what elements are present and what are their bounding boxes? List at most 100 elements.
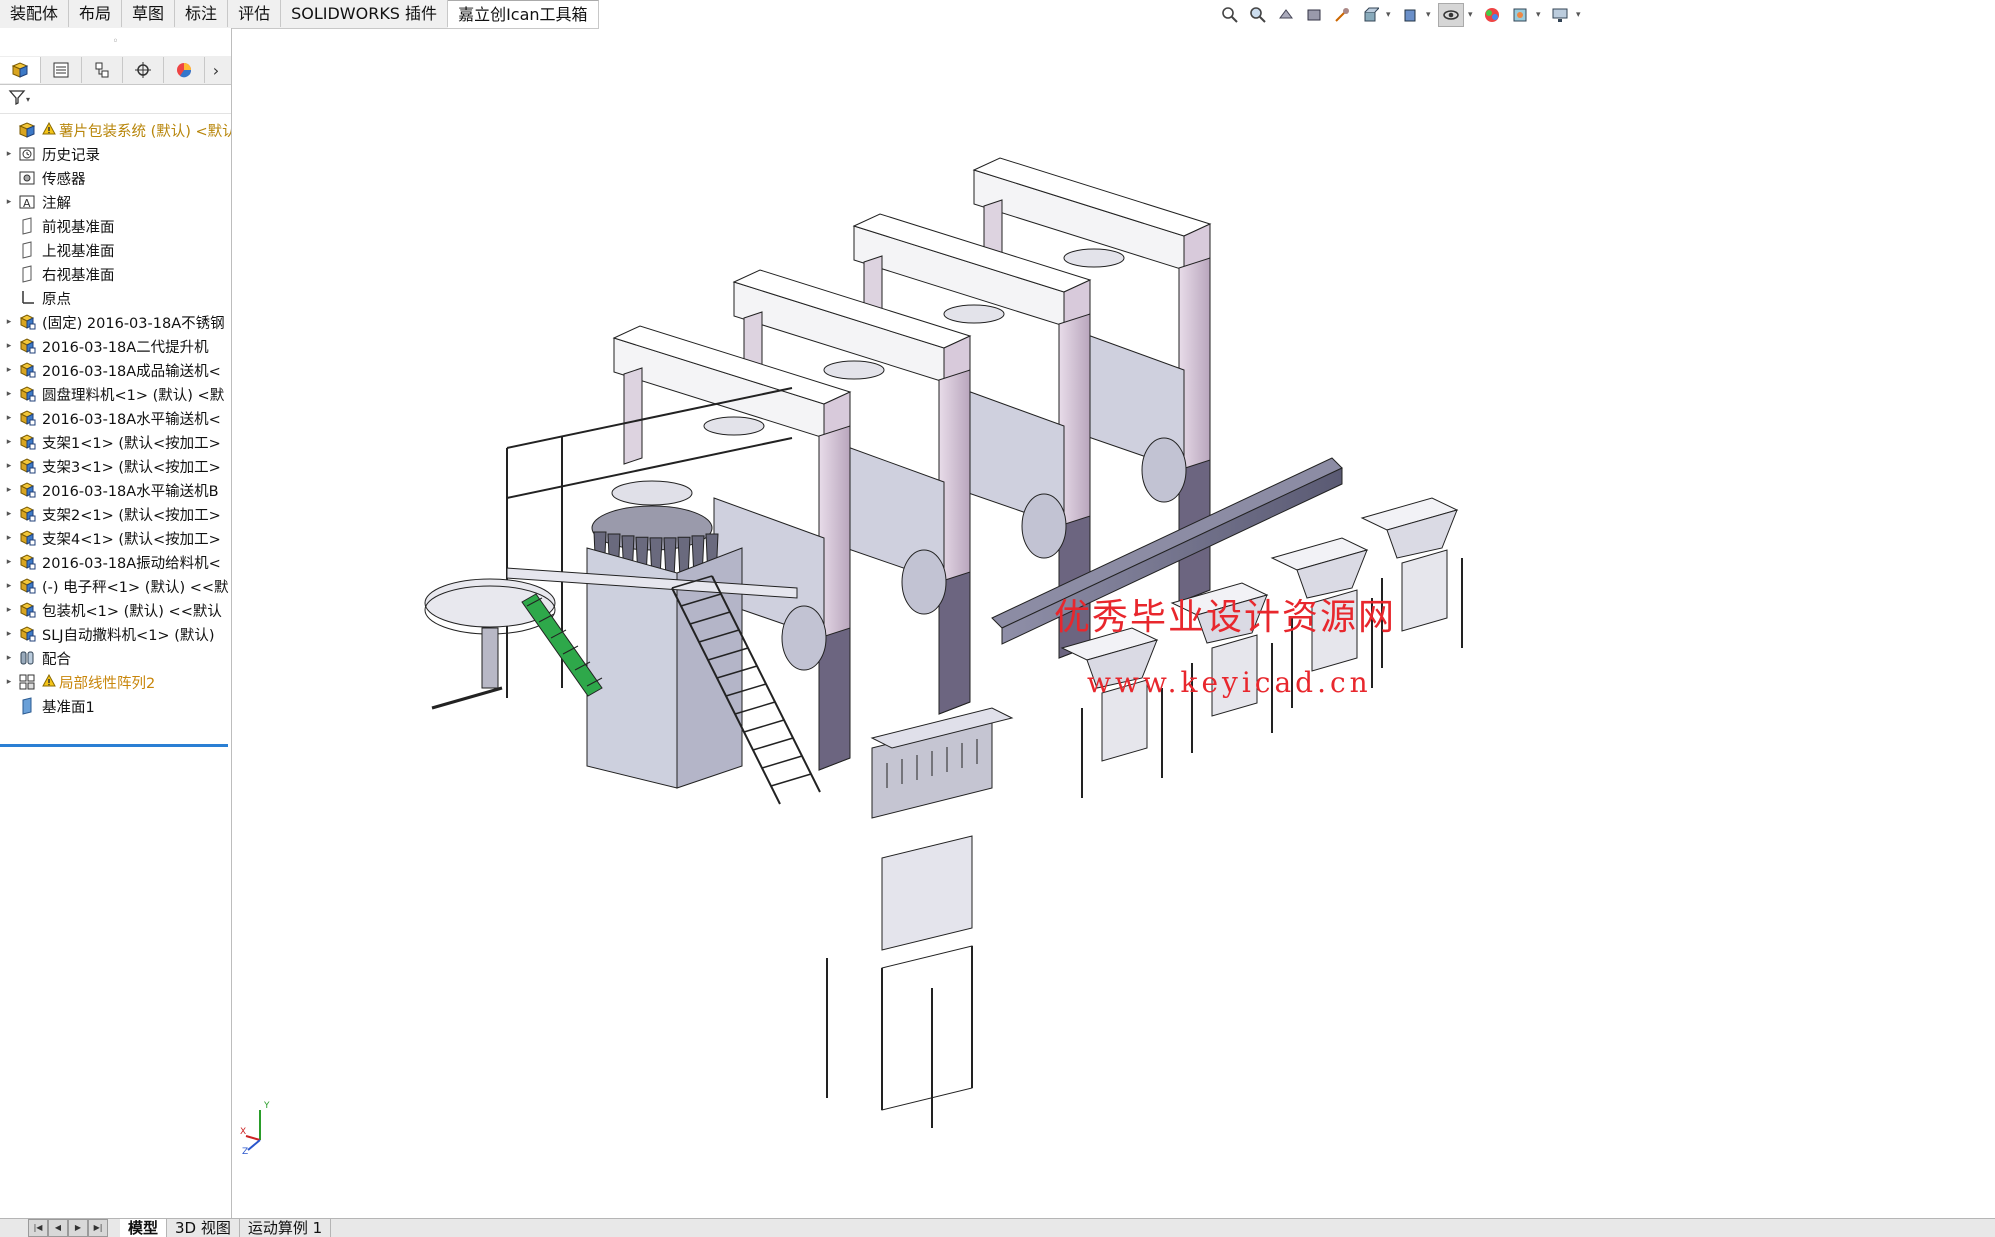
expand-toggle-icon[interactable]: ▸ xyxy=(0,437,18,447)
tree-node[interactable]: 右视基准面 xyxy=(0,262,231,286)
tree-node[interactable]: ▸ 支架1<1> (默认<按加工> xyxy=(0,430,231,454)
command-tab[interactable]: SOLIDWORKS 插件 xyxy=(281,0,449,27)
tree-node[interactable]: ▸ 2016-03-18A水平输送机< xyxy=(0,406,231,430)
bottom-tab[interactable]: 3D 视图 xyxy=(167,1219,240,1237)
command-manager-tabs: 装配体 布局 草图 标注 评估 SOLIDWORKS 插件 嘉立创Ican工具箱 xyxy=(0,0,599,29)
bottom-tab[interactable]: 模型 xyxy=(120,1219,168,1237)
graphics-area[interactable]: 优秀毕业设计资源网 www.keyicad.cn xyxy=(232,28,1995,1218)
tree-node[interactable]: ▸ 支架3<1> (默认<按加工> xyxy=(0,454,231,478)
more-tabs-button[interactable]: › xyxy=(205,61,227,80)
plane-icon xyxy=(18,241,36,259)
command-tab[interactable]: 评估 xyxy=(228,0,282,27)
filter-icon[interactable] xyxy=(8,88,26,110)
expand-toggle-icon[interactable]: ▸ xyxy=(0,341,18,351)
rollback-bar[interactable] xyxy=(0,744,228,747)
tree-node[interactable]: ▸ 圆盘理料机<1> (默认) <默 xyxy=(0,382,231,406)
chevron-down-icon[interactable]: ▾ xyxy=(1468,10,1476,20)
configuration-manager-tab[interactable] xyxy=(82,57,123,83)
bottom-tab[interactable]: 运动算例 1 xyxy=(240,1219,332,1237)
tree-node[interactable]: ▸ 2016-03-18A成品输送机< xyxy=(0,358,231,382)
command-tab[interactable]: 草图 xyxy=(122,0,176,27)
expand-toggle-icon[interactable]: ▸ xyxy=(0,149,18,159)
watermark-title: 优秀毕业设计资源网 xyxy=(1054,597,1397,638)
feature-tree: 薯片包装系统 (默认) <默认 ▸ 历史记录传感器 ▸ A 注解 前视基准面 上视基准面 右视基… xyxy=(0,118,231,718)
command-tab[interactable]: 标注 xyxy=(175,0,229,27)
tab-navigation: |◀ ◀ ▶ ▶| xyxy=(28,1219,108,1237)
expand-toggle-icon[interactable]: ▸ xyxy=(0,365,18,375)
hide-show-items-icon[interactable] xyxy=(1438,3,1464,27)
panel-grip[interactable]: ◦ xyxy=(0,28,231,56)
tree-node[interactable]: 上视基准面 xyxy=(0,238,231,262)
apply-scene-icon[interactable] xyxy=(1508,4,1532,26)
mates-icon xyxy=(18,649,36,667)
film-roll xyxy=(901,549,947,615)
expand-toggle-icon[interactable]: ▸ xyxy=(0,197,18,207)
expand-toggle-icon[interactable]: ▸ xyxy=(0,317,18,327)
expand-toggle-icon[interactable]: ▸ xyxy=(0,677,18,687)
tree-node[interactable]: ▸ 2016-03-18A振动给料机< xyxy=(0,550,231,574)
tree-node[interactable]: ▸ 2016-03-18A水平输送机B xyxy=(0,478,231,502)
feature-manager-tab[interactable] xyxy=(0,57,41,83)
display-style-icon[interactable] xyxy=(1398,4,1422,26)
tree-node[interactable]: ▸ (固定) 2016-03-18A不锈钢 xyxy=(0,310,231,334)
chevron-down-icon[interactable]: ▾ xyxy=(26,95,30,104)
expand-toggle-icon[interactable]: ▸ xyxy=(0,557,18,567)
expand-toggle-icon[interactable]: ▸ xyxy=(0,413,18,423)
previous-view-icon[interactable] xyxy=(1274,4,1298,26)
expand-toggle-icon[interactable]: ▸ xyxy=(0,389,18,399)
tree-node-label: 传感器 xyxy=(42,171,86,188)
expand-toggle-icon[interactable]: ▸ xyxy=(0,605,18,615)
section-view-icon[interactable] xyxy=(1302,4,1326,26)
command-tab[interactable]: 布局 xyxy=(69,0,123,27)
dynamic-annotation-icon[interactable] xyxy=(1330,4,1354,26)
property-manager-tab[interactable] xyxy=(41,57,82,83)
chevron-down-icon[interactable]: ▾ xyxy=(1576,10,1584,20)
expand-toggle-icon[interactable]: ▸ xyxy=(0,533,18,543)
assembly-icon xyxy=(11,62,29,78)
tree-node-label: 支架4<1> (默认<按加工> xyxy=(42,531,221,548)
tree-node[interactable]: ▸ 局部线性阵列2 xyxy=(0,670,231,694)
coordinate-triad: Y X Z xyxy=(240,1096,284,1160)
tree-node[interactable]: ▸ (-) 电子秤<1> (默认) <<默 xyxy=(0,574,231,598)
stair-step xyxy=(770,773,812,787)
command-tab[interactable]: 嘉立创Ican工具箱 xyxy=(448,0,599,28)
expand-toggle-icon[interactable]: ▸ xyxy=(0,629,18,639)
tree-node[interactable]: ▸ 历史记录 xyxy=(0,142,231,166)
tree-node[interactable]: 基准面1 xyxy=(0,694,231,718)
tree-node[interactable]: ▸ 包装机<1> (默认) <<默认 xyxy=(0,598,231,622)
tree-node[interactable]: ▸ 支架4<1> (默认<按加工> xyxy=(0,526,231,550)
expand-toggle-icon[interactable]: ▸ xyxy=(0,485,18,495)
tab-scroll-button[interactable]: ◀ xyxy=(48,1219,68,1237)
tree-node[interactable]: ▸ 配合 xyxy=(0,646,231,670)
command-tab[interactable]: 装配体 xyxy=(0,0,70,27)
chevron-down-icon[interactable]: ▾ xyxy=(1386,10,1394,20)
expand-toggle-icon[interactable]: ▸ xyxy=(0,509,18,519)
tree-node[interactable]: 前视基准面 xyxy=(0,214,231,238)
edit-appearance-icon[interactable] xyxy=(1480,4,1504,26)
tree-node[interactable]: ▸ 支架2<1> (默认<按加工> xyxy=(0,502,231,526)
tab-scroll-button[interactable]: ▶| xyxy=(88,1219,108,1237)
subassembly-icon xyxy=(18,577,36,595)
subassembly-icon xyxy=(18,529,36,547)
dimxpert-manager-tab[interactable] xyxy=(123,57,164,83)
view-settings-icon[interactable] xyxy=(1548,4,1572,26)
expand-toggle-icon[interactable]: ▸ xyxy=(0,653,18,663)
zoom-to-fit-icon[interactable] xyxy=(1218,4,1242,26)
tab-scroll-button[interactable]: ▶ xyxy=(68,1219,88,1237)
display-manager-tab[interactable] xyxy=(164,57,205,83)
tree-node[interactable]: ▸ SLJ自动撒料机<1> (默认) xyxy=(0,622,231,646)
chevron-down-icon[interactable]: ▾ xyxy=(1426,10,1434,20)
tab-scroll-button[interactable]: |◀ xyxy=(28,1219,48,1237)
tree-node[interactable]: ▸ 2016-03-18A二代提升机 xyxy=(0,334,231,358)
tree-node[interactable]: 传感器 xyxy=(0,166,231,190)
expand-toggle-icon[interactable]: ▸ xyxy=(0,461,18,471)
tree-node[interactable]: 原点 xyxy=(0,286,231,310)
chevron-down-icon[interactable]: ▾ xyxy=(1536,10,1544,20)
tree-node[interactable]: ▸ A 注解 xyxy=(0,190,231,214)
frame-back-column xyxy=(623,367,643,465)
view-orientation-icon[interactable] xyxy=(1358,4,1382,26)
warning-icon xyxy=(42,121,56,139)
zoom-to-area-icon[interactable] xyxy=(1246,4,1270,26)
tree-node[interactable]: 薯片包装系统 (默认) <默认 xyxy=(0,118,231,142)
expand-toggle-icon[interactable]: ▸ xyxy=(0,581,18,591)
